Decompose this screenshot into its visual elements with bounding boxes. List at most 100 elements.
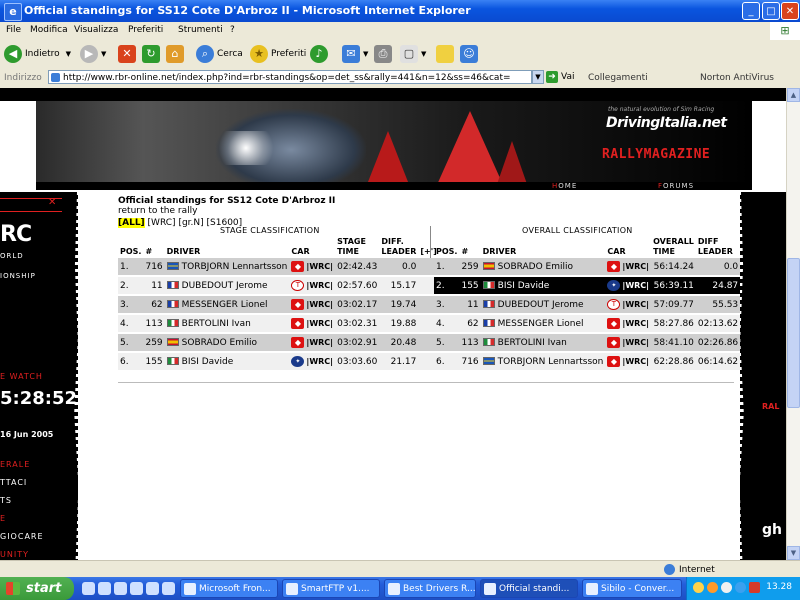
task-official-standings[interactable]: Official standi... bbox=[480, 579, 578, 598]
edit-button[interactable]: ▢ ▼ bbox=[400, 43, 426, 65]
forward-button[interactable]: ▶ ▼ bbox=[80, 43, 106, 65]
cell-driver[interactable]: BISI Davide bbox=[164, 352, 290, 372]
menu-modifica[interactable]: Modifica bbox=[30, 25, 68, 35]
table-bottom-rule bbox=[118, 382, 734, 383]
quicklaunch-ie-icon[interactable] bbox=[82, 582, 95, 595]
table-row: 6. 716 TORBJORN Lennartsson ◆ |WRC| 62:28.86 0… bbox=[434, 352, 741, 372]
cell-diff: 19.74 bbox=[379, 295, 419, 315]
col-num: # bbox=[461, 247, 469, 256]
favorites-button[interactable]: ★ Preferiti bbox=[250, 43, 306, 65]
menu-file[interactable]: File bbox=[6, 25, 21, 35]
vertical-scrollbar[interactable]: ▲ ▼ bbox=[786, 88, 800, 560]
quicklaunch-app-icon[interactable] bbox=[146, 582, 159, 595]
class-badge: |WRC| bbox=[306, 300, 334, 309]
cell-driver[interactable]: DUBEDOUT Jerome bbox=[480, 295, 606, 315]
right-sidebar: RAL gh bbox=[740, 192, 786, 560]
cell-driver[interactable]: BERTOLINI Ivan bbox=[480, 333, 606, 353]
forward-dropdown-icon[interactable]: ▼ bbox=[101, 50, 106, 58]
mail-button[interactable]: ✉ ▼ bbox=[342, 43, 368, 65]
date-display: 16 Jun 2005 bbox=[0, 430, 54, 439]
maximize-button[interactable]: □ bbox=[762, 2, 780, 20]
driver-name: TORBJORN Lennartsson bbox=[497, 356, 604, 367]
tree-decoration bbox=[366, 131, 410, 187]
quicklaunch-app-icon[interactable] bbox=[98, 582, 111, 595]
menu-giocare[interactable]: GIOCARE bbox=[0, 532, 44, 541]
tray-help-icon[interactable] bbox=[693, 582, 704, 593]
nav-home-link[interactable]: HOME bbox=[552, 182, 577, 190]
quicklaunch-app-icon[interactable] bbox=[130, 582, 143, 595]
task-best-drivers[interactable]: Best Drivers R... bbox=[384, 579, 476, 598]
quicklaunch-app-icon[interactable] bbox=[114, 582, 127, 595]
menu-preferiti[interactable]: Preferiti bbox=[128, 25, 163, 35]
stop-button[interactable]: ✕ bbox=[118, 43, 139, 65]
filter-grn[interactable]: [gr.N] bbox=[178, 218, 203, 228]
edit-dropdown-icon[interactable]: ▼ bbox=[421, 50, 426, 58]
filter-wrc[interactable]: [WRC] bbox=[148, 218, 176, 228]
cell-time: 56:14.24 bbox=[651, 258, 696, 277]
discuss-button[interactable] bbox=[436, 43, 457, 65]
antivirus-button[interactable]: Norton AntiVirus bbox=[700, 73, 774, 83]
start-button[interactable]: start bbox=[0, 577, 74, 600]
task-sibilo[interactable]: Sibilo - Conver... bbox=[582, 579, 682, 598]
minimize-button[interactable]: _ bbox=[742, 2, 760, 20]
tray-app-icon[interactable] bbox=[721, 582, 732, 593]
back-button[interactable]: ◀ Indietro ▼ bbox=[4, 43, 71, 65]
mail-dropdown-icon[interactable]: ▼ bbox=[363, 50, 368, 58]
menu-ts[interactable]: TS bbox=[0, 496, 12, 505]
url-input[interactable]: http://www.rbr-online.net/index.php?ind=… bbox=[48, 70, 532, 84]
watch-title: E WATCH bbox=[0, 372, 43, 381]
col-diff-leader: DIFF LEADER bbox=[697, 237, 733, 256]
filter-all[interactable]: [ALL] bbox=[118, 218, 145, 228]
task-frontpage[interactable]: Microsoft Fron... bbox=[180, 579, 278, 598]
subaru-logo-icon: ✦ bbox=[291, 356, 305, 367]
table-row: 3. 11 DUBEDOUT Jerome T |WRC| 57:09.77 55.53 bbox=[434, 295, 741, 315]
menu-help[interactable]: ? bbox=[230, 25, 235, 35]
print-button[interactable]: ⎙ bbox=[374, 43, 395, 65]
class-badge: |WRC| bbox=[622, 281, 650, 290]
cell-driver[interactable]: SOBRADO Emilio bbox=[480, 258, 606, 277]
scroll-thumb[interactable] bbox=[787, 258, 800, 408]
cell-driver[interactable]: BERTOLINI Ivan bbox=[164, 314, 290, 334]
citroen-logo-icon: ◆ bbox=[291, 261, 305, 272]
close-button[interactable]: ✕ bbox=[781, 2, 799, 20]
go-button[interactable]: ➜ Vai bbox=[546, 71, 574, 83]
refresh-button[interactable]: ↻ bbox=[142, 43, 163, 65]
country-flag-icon bbox=[482, 281, 495, 289]
cell-driver[interactable]: TORBJORN Lennartsson bbox=[480, 352, 606, 372]
home-button[interactable]: ⌂ bbox=[166, 43, 187, 65]
cell-time: 57:09.77 bbox=[651, 295, 696, 315]
cell-driver[interactable]: TORBJORN Lennartsson bbox=[164, 258, 290, 277]
cell-diff: 06:14.62 bbox=[695, 352, 741, 372]
tray-winamp-icon[interactable] bbox=[749, 582, 760, 593]
quicklaunch-app-icon[interactable] bbox=[162, 582, 175, 595]
menu-contattaci[interactable]: TTACI bbox=[0, 478, 27, 487]
task-label: Official standi... bbox=[499, 584, 570, 594]
back-dropdown-icon[interactable]: ▼ bbox=[66, 50, 71, 58]
tray-app-icon[interactable] bbox=[735, 582, 746, 593]
messenger-button[interactable]: ☺ bbox=[460, 43, 481, 65]
cell-pos: 3. bbox=[118, 295, 144, 315]
menu-visualizza[interactable]: Visualizza bbox=[74, 25, 118, 35]
cell-driver[interactable]: DUBEDOUT Jerome bbox=[164, 276, 290, 296]
links-button[interactable]: Collegamenti bbox=[588, 73, 648, 83]
search-button[interactable]: ⌕ Cerca bbox=[196, 43, 243, 65]
scroll-up-icon[interactable]: ▲ bbox=[787, 88, 800, 102]
cell-driver[interactable]: MESSENGER Lionel bbox=[480, 314, 606, 334]
site-nav: HOME FORUMS bbox=[36, 182, 752, 190]
menu-strumenti[interactable]: Strumenti bbox=[178, 25, 223, 35]
nav-forums-link[interactable]: FORUMS bbox=[658, 182, 694, 190]
cell-driver[interactable]: MESSENGER Lionel bbox=[164, 295, 290, 315]
driver-name: MESSENGER Lionel bbox=[497, 318, 584, 329]
scroll-down-icon[interactable]: ▼ bbox=[787, 546, 800, 560]
cell-driver[interactable]: BISI Davide bbox=[480, 276, 606, 296]
cell-driver[interactable]: SOBRADO Emilio bbox=[164, 333, 290, 353]
banner-brand[interactable]: DrivingItalia.net bbox=[606, 115, 727, 131]
cell-num: 155 bbox=[459, 276, 481, 296]
media-button[interactable]: ♪ bbox=[310, 43, 331, 65]
task-smartftp[interactable]: SmartFTP v1.... bbox=[282, 579, 380, 598]
tray-app-icon[interactable] bbox=[707, 582, 718, 593]
close-box-icon[interactable]: ✕ bbox=[48, 197, 56, 208]
return-to-rally-link[interactable]: return to the rally bbox=[118, 206, 734, 216]
url-dropdown-icon[interactable]: ▼ bbox=[532, 70, 544, 84]
cell-pos: 6. bbox=[434, 352, 460, 372]
